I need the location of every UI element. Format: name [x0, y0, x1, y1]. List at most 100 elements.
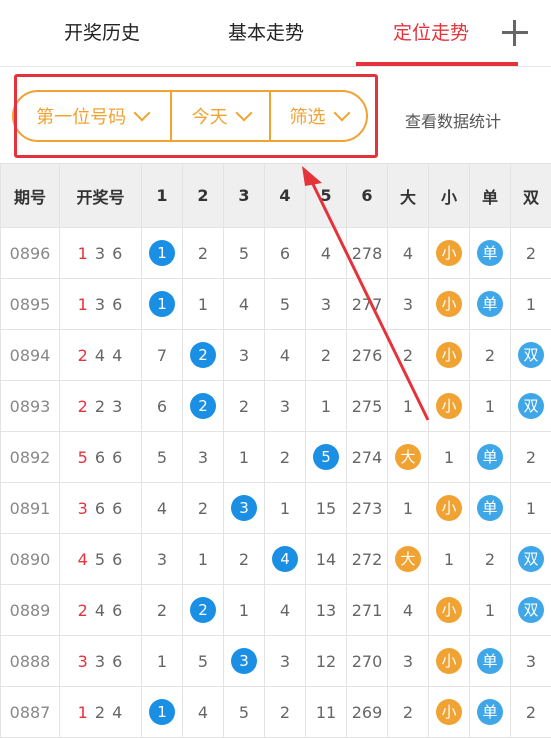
column-header: 双 [511, 164, 551, 228]
draw-first-digit: 1 [78, 295, 89, 314]
trend-cell: 1 [470, 381, 511, 432]
hit-ball: 3 [231, 495, 257, 521]
draw-number-cell: 1 3 6 [60, 279, 142, 330]
trend-cell: 2 [470, 330, 511, 381]
trend-cell: 269 [347, 687, 388, 738]
hit-ball: 5 [313, 444, 339, 470]
draw-number-cell: 3 6 6 [60, 483, 142, 534]
trend-cell: 1 [388, 483, 429, 534]
period-cell: 0891 [1, 483, 60, 534]
tab-basic-trend[interactable]: 基本走势 [228, 18, 304, 45]
trend-cell: 12 [306, 636, 347, 687]
draw-remaining-digits: 3 6 [95, 652, 123, 671]
column-header: 6 [347, 164, 388, 228]
trend-cell: 6 [142, 381, 183, 432]
hit-ball: 2 [190, 342, 216, 368]
trend-cell: 3 [142, 534, 183, 585]
hit-ball: 大 [395, 444, 421, 470]
view-stats-link[interactable]: 查看数据统计 [405, 108, 501, 132]
period-cell: 0895 [1, 279, 60, 330]
trend-cell: 单 [470, 228, 511, 279]
trend-cell: 1 [142, 636, 183, 687]
trend-cell: 5 [183, 636, 224, 687]
table-row: 08925 6 653125274大1单2 [1, 432, 551, 483]
hit-ball: 小 [436, 597, 462, 623]
trend-cell: 4 [224, 279, 265, 330]
draw-number-cell: 5 6 6 [60, 432, 142, 483]
tab-position-trend[interactable]: 定位走势 [393, 18, 469, 45]
table-row: 08871 2 41452112692小单2 [1, 687, 551, 738]
plus-icon[interactable] [500, 18, 530, 48]
hit-ball: 小 [436, 699, 462, 725]
trend-cell: 4 [388, 228, 429, 279]
table-row: 08883 3 61533122703小单3 [1, 636, 551, 687]
hit-ball: 1 [149, 291, 175, 317]
trend-cell: 双 [511, 585, 551, 636]
hit-ball: 单 [477, 291, 503, 317]
trend-cell: 2 [306, 330, 347, 381]
trend-cell: 4 [265, 585, 306, 636]
draw-remaining-digits: 4 6 [95, 601, 123, 620]
hit-ball: 单 [477, 240, 503, 266]
hit-ball: 2 [190, 393, 216, 419]
period-cell: 0893 [1, 381, 60, 432]
trend-cell: 1 [429, 534, 470, 585]
column-header: 期号 [1, 164, 60, 228]
draw-first-digit: 1 [78, 703, 89, 722]
annotation-highlight-box [14, 74, 378, 158]
hit-ball: 双 [518, 546, 544, 572]
trend-cell: 1 [183, 534, 224, 585]
draw-number-cell: 4 5 6 [60, 534, 142, 585]
trend-cell: 4 [265, 330, 306, 381]
trend-cell: 1 [511, 483, 551, 534]
hit-ball: 单 [477, 699, 503, 725]
draw-first-digit: 2 [78, 346, 89, 365]
trend-cell: 14 [306, 534, 347, 585]
table-row: 08942 4 4723422762小2双 [1, 330, 551, 381]
period-cell: 0887 [1, 687, 60, 738]
draw-remaining-digits: 3 6 [95, 295, 123, 314]
period-cell: 0894 [1, 330, 60, 381]
hit-ball: 双 [518, 597, 544, 623]
trend-cell: 2 [142, 585, 183, 636]
trend-cell: 大 [388, 534, 429, 585]
trend-cell: 5 [265, 279, 306, 330]
hit-ball: 单 [477, 444, 503, 470]
hit-ball: 小 [436, 495, 462, 521]
draw-number-cell: 2 2 3 [60, 381, 142, 432]
trend-cell: 小 [429, 585, 470, 636]
trend-cell: 2 [511, 432, 551, 483]
draw-remaining-digits: 3 6 [95, 244, 123, 263]
table-row: 08932 2 3622312751小1双 [1, 381, 551, 432]
draw-remaining-digits: 6 6 [95, 448, 123, 467]
column-header: 小 [429, 164, 470, 228]
top-tab-bar: 开奖历史 基本走势 定位走势 [0, 0, 551, 66]
trend-cell: 11 [306, 687, 347, 738]
trend-cell: 单 [470, 687, 511, 738]
trend-cell: 273 [347, 483, 388, 534]
trend-cell: 3 [265, 636, 306, 687]
hit-ball: 小 [436, 291, 462, 317]
tab-history[interactable]: 开奖历史 [64, 18, 140, 45]
trend-cell: 2 [265, 432, 306, 483]
trend-cell: 小 [429, 687, 470, 738]
column-header: 1 [142, 164, 183, 228]
draw-remaining-digits: 2 4 [95, 703, 123, 722]
trend-cell: 5 [142, 432, 183, 483]
hit-ball: 1 [149, 240, 175, 266]
trend-cell: 4 [306, 228, 347, 279]
trend-cell: 4 [388, 585, 429, 636]
trend-cell: 276 [347, 330, 388, 381]
trend-cell: 5 [224, 228, 265, 279]
draw-first-digit: 3 [78, 652, 89, 671]
hit-ball: 大 [395, 546, 421, 572]
trend-cell: 2 [183, 330, 224, 381]
trend-cell: 1 [429, 432, 470, 483]
trend-cell: 3 [224, 636, 265, 687]
trend-cell: 双 [511, 534, 551, 585]
hit-ball: 3 [231, 648, 257, 674]
trend-cell: 单 [470, 279, 511, 330]
trend-cell: 1 [388, 381, 429, 432]
column-header: 大 [388, 164, 429, 228]
trend-cell: 2 [511, 687, 551, 738]
